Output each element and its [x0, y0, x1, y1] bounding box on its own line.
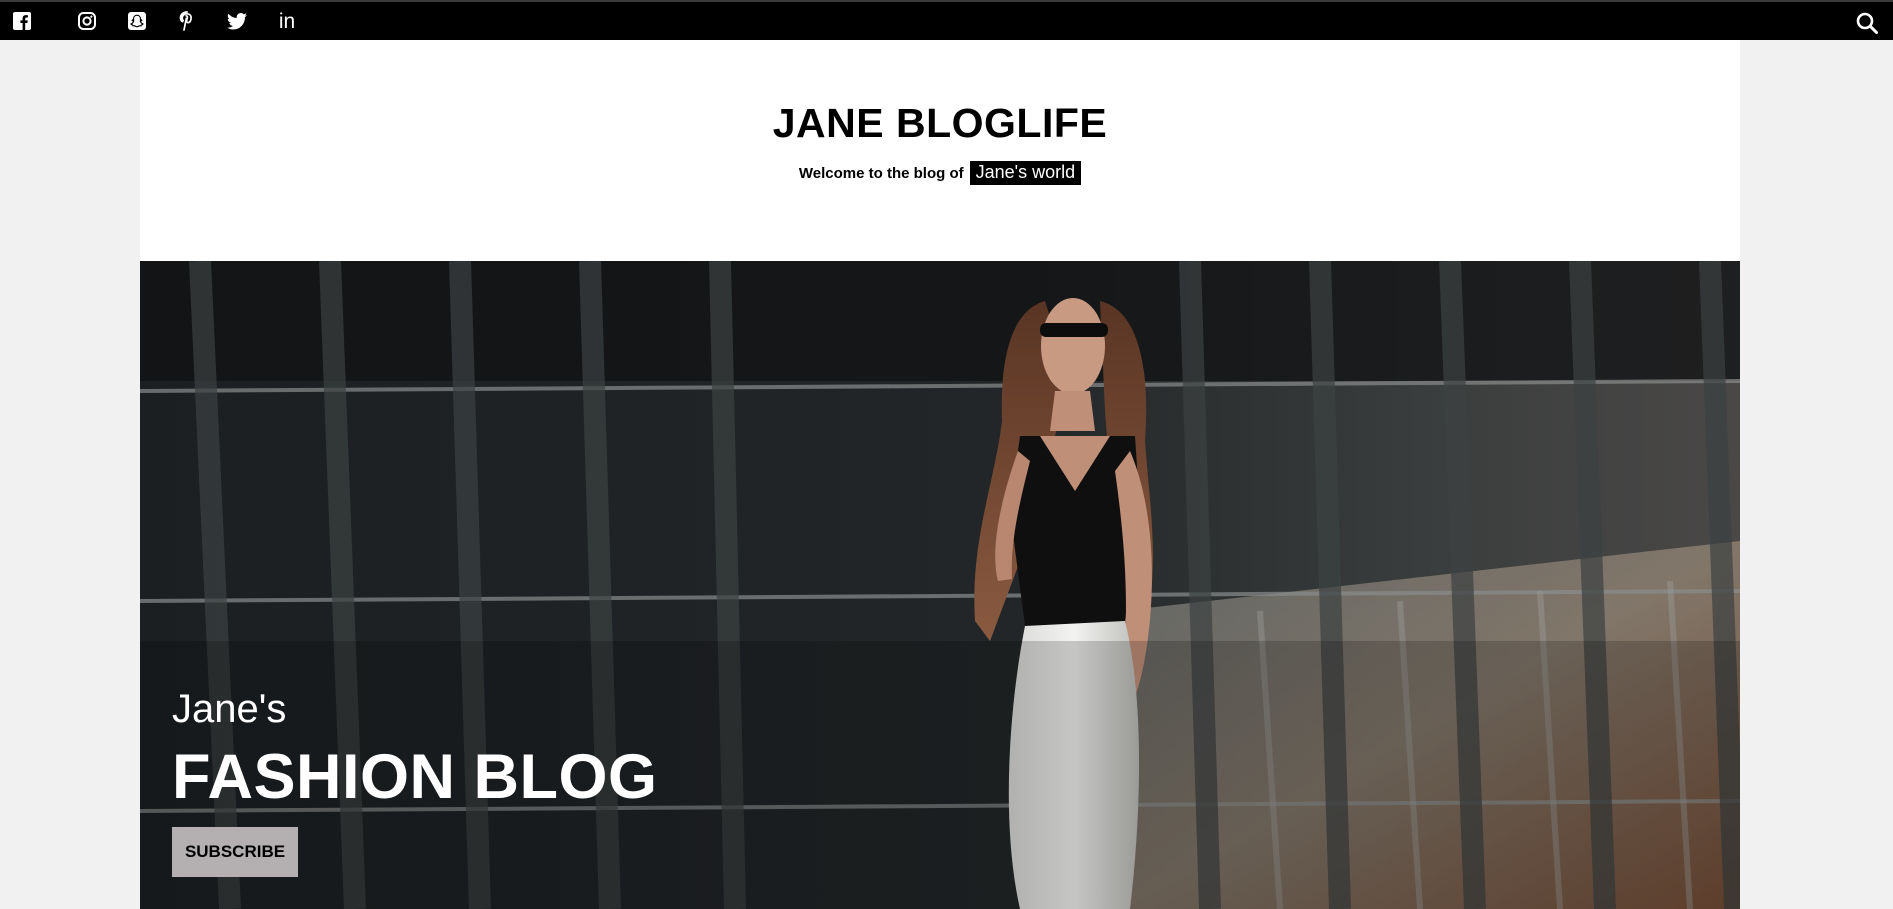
hero-kicker: Jane's [172, 687, 287, 731]
site-tagline: Welcome to the blog of Jane's world [140, 161, 1740, 185]
hero-title: FASHION BLOG [172, 742, 658, 812]
twitter-link[interactable] [212, 2, 262, 40]
snapchat-link[interactable] [112, 2, 162, 40]
instagram-link[interactable] [62, 2, 112, 40]
pinterest-icon [179, 11, 192, 31]
pinterest-link[interactable] [162, 2, 212, 40]
snapchat-icon [128, 12, 146, 30]
tagline-prefix: Welcome to the blog of [798, 164, 964, 182]
hero-text: Jane's FASHION BLOG [172, 686, 658, 812]
facebook-icon [13, 12, 31, 30]
social-links: in [0, 2, 312, 40]
site-header: JANE BLOGLIFE Welcome to the blog of Jan… [140, 40, 1740, 261]
linkedin-link[interactable]: in [262, 2, 312, 40]
hero-banner: Jane's FASHION BLOG SUBSCRIBE [140, 261, 1740, 909]
top-bar: in [0, 0, 1893, 40]
facebook-link[interactable] [12, 2, 32, 40]
search-icon [1856, 12, 1878, 34]
tagline-highlight: Jane's world [969, 161, 1082, 185]
twitter-icon [227, 12, 247, 29]
subscribe-button[interactable]: SUBSCRIBE [172, 827, 298, 877]
instagram-icon [78, 12, 96, 30]
linkedin-icon: in [278, 10, 296, 33]
page-container: JANE BLOGLIFE Welcome to the blog of Jan… [140, 40, 1740, 909]
search-button[interactable] [1855, 11, 1879, 35]
site-title[interactable]: JANE BLOGLIFE [140, 100, 1740, 147]
